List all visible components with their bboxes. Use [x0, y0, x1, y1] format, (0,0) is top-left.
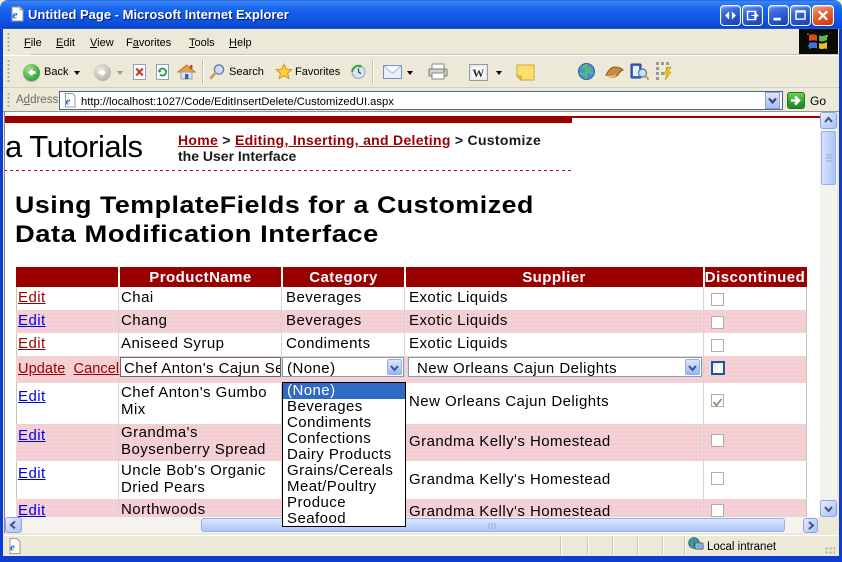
svg-text:W: W	[472, 66, 484, 80]
svg-text:e: e	[12, 8, 18, 22]
svg-text:e: e	[66, 97, 71, 108]
svg-text:e: e	[10, 542, 15, 554]
